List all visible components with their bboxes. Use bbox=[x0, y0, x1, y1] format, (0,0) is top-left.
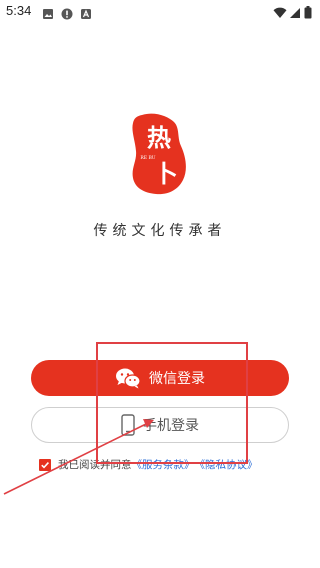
app-logo: 热 RE BU 卜 bbox=[128, 112, 190, 196]
signal-icon bbox=[289, 4, 301, 23]
status-time: 5:34 bbox=[6, 3, 32, 18]
annotation-highlight-box bbox=[96, 342, 248, 464]
alert-notification-icon bbox=[61, 5, 73, 24]
logo-char-bu: 卜 bbox=[154, 159, 178, 188]
annotation-arrow bbox=[3, 419, 154, 495]
battery-icon bbox=[304, 4, 312, 23]
font-notification-icon bbox=[80, 5, 92, 24]
wifi-icon bbox=[273, 4, 287, 23]
status-bar: 5:34 bbox=[0, 0, 320, 24]
agreement-checkbox[interactable] bbox=[39, 458, 51, 471]
check-icon bbox=[41, 461, 49, 469]
app-slogan: 传统文化传承者 bbox=[93, 223, 227, 239]
image-notification-icon bbox=[42, 5, 54, 24]
logo-char-re: 热 bbox=[147, 123, 171, 152]
